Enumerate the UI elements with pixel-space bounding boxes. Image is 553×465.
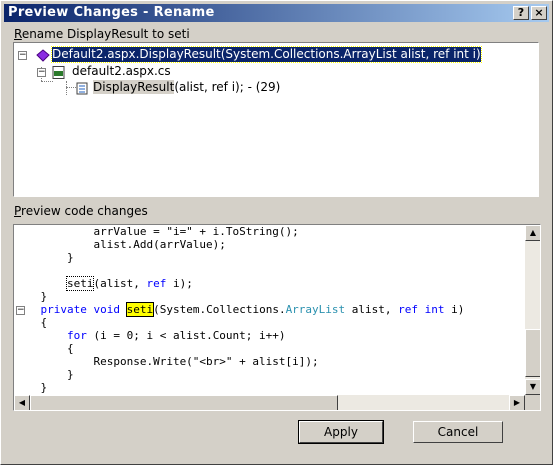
tree-line — [66, 81, 67, 95]
horizontal-scroll-thumb[interactable] — [30, 395, 338, 410]
code-line: } — [14, 290, 48, 303]
reference-highlight: DisplayResult — [93, 80, 175, 94]
reference-icon — [76, 82, 88, 95]
rename-label: Rename DisplayResult to seti — [14, 27, 190, 41]
vertical-scrollbar[interactable]: ▲ ▼ — [525, 225, 540, 395]
code-line: for (i = 0; i < alist.Count; i++) — [66, 329, 286, 342]
tree-item-reference[interactable]: DisplayResult(alist, ref i); - (29) — [93, 80, 280, 95]
code-preview-panel[interactable]: arrValue = "i=" + i.ToString(); alist.Ad… — [13, 224, 541, 411]
code-line: alist.Add(arrValue); — [14, 238, 226, 251]
code-line: { — [14, 316, 48, 329]
reference-rest: (alist, ref i); - (29) — [174, 80, 281, 94]
scroll-left-icon[interactable]: ◀ — [14, 395, 30, 410]
tree-item-file[interactable]: default2.aspx.cs — [72, 64, 171, 79]
code-line: { — [14, 342, 74, 355]
code-line: } — [14, 251, 74, 264]
code-line: seti(alist, ref i); — [66, 276, 193, 291]
scrollbar-corner — [525, 395, 540, 410]
scroll-right-icon[interactable]: ▶ — [509, 395, 525, 410]
apply-button[interactable]: Apply — [298, 420, 384, 444]
rename-tree-panel[interactable]: − Default2.aspx.DisplayResult(System.Col… — [13, 42, 539, 197]
collapse-icon[interactable]: − — [37, 68, 46, 77]
code-line: Response.Write("<br>" + alist[i]); — [14, 355, 319, 368]
code-line: } — [14, 381, 48, 394]
renamed-method-highlight: seti — [125, 302, 155, 317]
help-button[interactable]: ? — [513, 6, 529, 20]
scroll-up-icon[interactable]: ▲ — [525, 225, 540, 241]
csharp-file-icon — [52, 66, 65, 79]
vertical-scroll-thumb[interactable] — [525, 329, 540, 377]
dialog-title: Preview Changes - Rename — [8, 5, 215, 20]
cancel-button[interactable]: Cancel — [413, 421, 503, 443]
collapse-icon[interactable]: − — [18, 51, 27, 60]
horizontal-scrollbar[interactable]: ◀ ▶ — [14, 395, 525, 410]
tree-line — [41, 81, 53, 82]
code-line: arrValue = "i=" + i.ToString(); — [14, 225, 299, 238]
method-purple-icon — [36, 49, 50, 62]
scroll-down-icon[interactable]: ▼ — [525, 379, 540, 395]
preview-code-label: Preview code changes — [14, 204, 148, 218]
tree-item-method[interactable]: Default2.aspx.DisplayResult(System.Colle… — [51, 46, 482, 63]
close-button[interactable]: × — [531, 6, 547, 20]
code-line: private void seti(System.Collections.Arr… — [40, 302, 465, 317]
renamed-call: seti — [66, 276, 95, 291]
code-editor[interactable]: arrValue = "i=" + i.ToString(); alist.Ad… — [14, 225, 524, 395]
title-bar[interactable]: Preview Changes - Rename ? × — [4, 4, 549, 22]
preview-changes-dialog: Preview Changes - Rename ? × Rename Disp… — [0, 0, 553, 465]
code-line: } — [14, 368, 74, 381]
